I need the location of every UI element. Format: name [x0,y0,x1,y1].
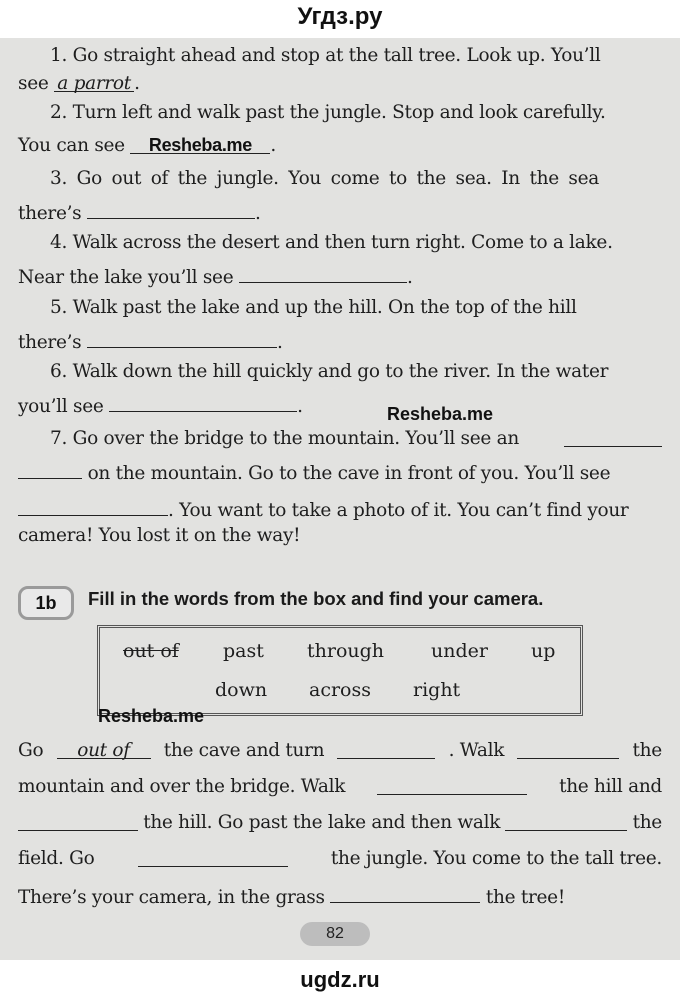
text: . You want to take a photo of it. You ca… [168,500,629,521]
exercise-instruction: Fill in the words from the box and find … [88,588,544,609]
text-line: 1. Go straight ahead and stop at the tal… [50,45,601,66]
text-line: there’s . [18,200,662,224]
text: the tree! [485,887,565,908]
text: the jungle. You come to the tall tree. [330,848,662,869]
answer-blank[interactable] [18,497,168,516]
text-line: Near the lake you’ll see . [18,264,662,288]
text: 7. Go over the bridge to the mountain. Y… [50,428,519,449]
text: . [276,332,283,353]
answer-blank[interactable] [137,848,288,867]
text-line: There’s your camera, in the grass the tr… [18,884,662,908]
answer-blank[interactable] [86,200,255,219]
text: Go [18,740,44,761]
text-line: . You want to take a photo of it. You ca… [18,497,662,521]
text: the hill and [559,776,662,797]
watermark: Resheba.me [387,404,494,424]
watermark: Resheba.me [98,706,205,726]
text: . Walk [448,740,505,761]
text: there’s [18,332,82,353]
answer-blank[interactable] [238,264,407,283]
word-box-item: past [223,640,264,662]
text-line: on the mountain. Go to the cave in front… [18,460,662,484]
text-line: there’s . [18,329,662,353]
text-line: the hill. Go past the lake and then walk… [18,812,662,833]
site-footer: ugdz.ru [0,960,680,1000]
text: . [406,267,413,288]
text: you’ll see [18,396,104,417]
text-line: field. Go the jungle. You come to the tal… [18,848,662,869]
text-line: camera! You lost it on the way! [18,525,301,546]
text: Near the lake you’ll see [18,267,234,288]
answer-blank[interactable] [517,740,620,759]
page-number: 82 [300,922,370,946]
text: field. Go [18,848,95,869]
answer-blank[interactable] [377,776,528,795]
text: mountain and over the bridge. Walk [18,776,346,797]
word-box-item: up [531,640,556,662]
answer-blank[interactable] [505,812,628,831]
text-line: see a parrot. [18,73,662,94]
text: There’s your camera, in the grass [18,887,325,908]
text-line: 4. Walk across the desert and then turn … [50,232,613,253]
answer-blank[interactable] [109,393,298,412]
text-line: 6. Walk down the hill quickly and go to … [50,361,609,382]
text-line: mountain and over the bridge. Walk the hi… [18,776,662,797]
answer-blank[interactable]: Resheba.me [130,135,271,155]
answer-blank[interactable] [337,740,436,759]
answer-blank[interactable] [86,329,277,348]
word-box-item: under [431,640,488,662]
exercise-badge: 1b [18,586,74,620]
answer-blank[interactable] [18,812,138,831]
text: see [18,73,49,94]
text-line: 5. Walk past the lake and up the hill. O… [50,297,577,318]
text: there’s [18,203,82,224]
word-box-item: out of [123,640,179,662]
text-line: 3. Go out of the jungle. You come to the… [50,168,600,189]
word-box [97,625,583,716]
text-line: 7. Go over the bridge to the mountain. Y… [50,428,662,449]
answer-blank[interactable] [330,884,481,903]
text-line: Go out of the cave and turn . Walk the [18,740,662,761]
text: the cave and turn [163,740,325,761]
word-box-item: across [309,679,371,701]
text-line: you’ll see . [18,393,662,417]
text: the hill. Go past the lake and then walk [143,812,501,833]
text: . [297,396,303,417]
text: . [270,135,277,156]
text: on the mountain. Go to the cave in front… [87,463,611,484]
text: the [632,812,663,833]
text-line: You can see Resheba.me. [18,135,662,156]
word-box-item: down [215,679,268,701]
text: . [134,73,140,94]
site-header: Угдз.ру [0,0,680,38]
word-box-item: through [307,640,385,662]
word-box-item: right [413,679,461,701]
answer-blank[interactable] [18,460,82,479]
text-line: 2. Turn left and walk past the jungle. S… [50,102,606,123]
answer-blank[interactable]: out of [56,740,151,761]
text: the [632,740,663,761]
text: . [254,203,261,224]
text: You can see [18,135,125,156]
answer-blank[interactable] [564,428,662,447]
answer-blank[interactable]: a parrot [54,73,135,94]
